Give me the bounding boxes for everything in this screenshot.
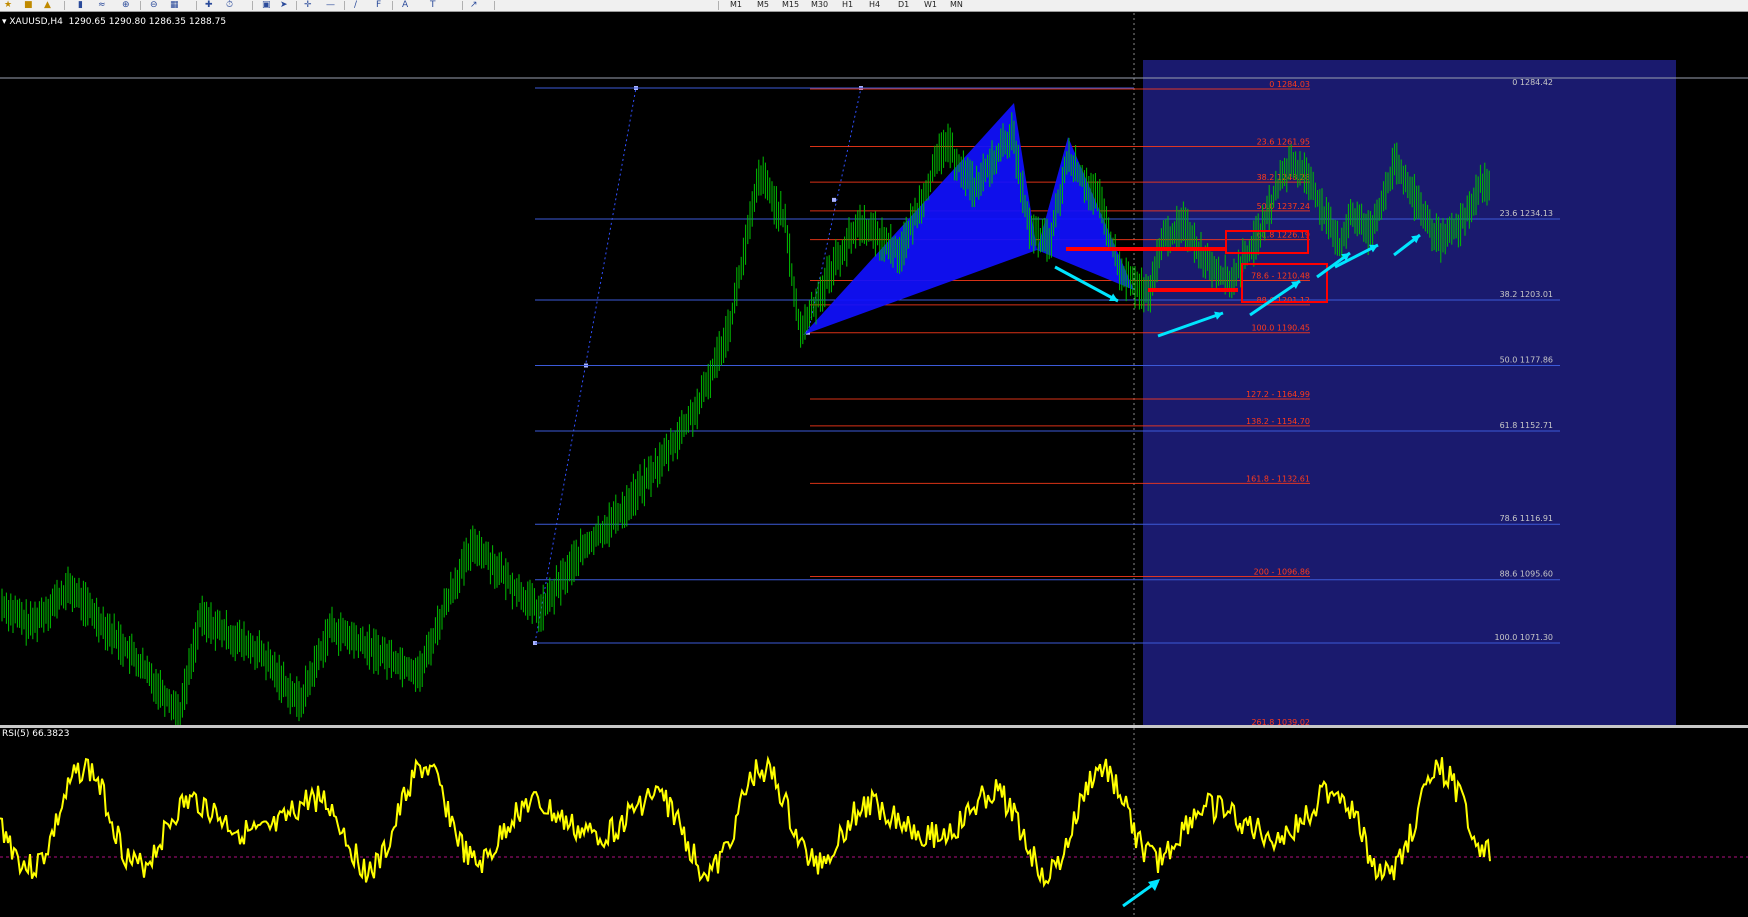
fib-blue-level-label: 100.0 1071.30: [1494, 633, 1553, 642]
rsi-line: [0, 755, 1491, 889]
fib-red-level-label: 138.2 - 1154.70: [1246, 417, 1310, 426]
chart-header: ▾ XAUUSD,H4 1290.65 1290.80 1286.35 1288…: [2, 17, 226, 27]
fib-blue-level-label: 78.6 1116.91: [1500, 514, 1553, 523]
hline-icon[interactable]: —: [326, 0, 337, 10]
fib-blue-level-label: 0 1284.42: [1512, 78, 1553, 87]
cyan-arrow[interactable]: [1122, 879, 1160, 908]
symbol-label: XAUUSD,H4: [9, 17, 63, 27]
cursor-icon[interactable]: ➤: [280, 0, 291, 10]
templates-icon[interactable]: ▣: [262, 0, 273, 10]
timeframe-m5-button[interactable]: M5: [757, 0, 769, 11]
zoom-in-icon[interactable]: ⊕: [122, 0, 133, 10]
timeframe-mn-button[interactable]: MN: [950, 0, 963, 11]
line-chart-icon[interactable]: ≈: [98, 0, 109, 10]
zoom-out-icon[interactable]: ⊖: [150, 0, 161, 10]
fib-blue-level-label: 23.6 1234.13: [1500, 209, 1553, 218]
fib-red-level-label: 23.6 1261.95: [1257, 138, 1310, 147]
fib-anchor-point[interactable]: [832, 197, 836, 202]
fib-blue-level-label: 61.8 1152.71: [1500, 421, 1553, 430]
fib-blue-level-label: 50.0 1177.86: [1500, 356, 1553, 365]
toolbar-separator: [718, 1, 719, 10]
crosshair-icon[interactable]: ✛: [304, 0, 315, 10]
fib-red-level-label: 50.0 1237.24: [1257, 202, 1310, 211]
fib-red-level-label: 78.6 - 1210.48: [1251, 272, 1310, 281]
bar-chart-icon[interactable]: ▲: [44, 0, 55, 10]
toolbar-separator: [196, 1, 197, 10]
toolbar-separator: [64, 1, 65, 10]
candle-chart-icon[interactable]: ▮: [78, 0, 89, 10]
trendline-icon[interactable]: ∕: [354, 0, 365, 10]
rsi-header: RSI(5) 66.3823: [2, 729, 70, 739]
timeframe-m1-button[interactable]: M1: [730, 0, 742, 11]
toolbar: ★ ■ ▲ ▮ ≈ ⊕ ⊖ ▦ ✚ ⏱ ▣ ➤ ✛ — ∕ F A T ↗ M1 M5 M15 M30 H1 H4 D1 W1 MN: [0, 0, 1748, 12]
fib-red-level-label: 261.8 1039.02: [1251, 718, 1310, 725]
indicators-icon[interactable]: ✚: [205, 0, 216, 10]
toolbar-separator: [392, 1, 393, 10]
fib-blue-level-label: 88.6 1095.60: [1500, 570, 1553, 579]
text-icon[interactable]: A: [402, 0, 413, 10]
timeframe-h4-button[interactable]: H4: [869, 0, 880, 11]
rsi-panel[interactable]: [0, 728, 1748, 917]
main-chart[interactable]: 0 1284.42 23.6 1234.13 38.2 1203.01 50.0 11…: [0, 13, 1748, 725]
toolbar-separator: [494, 1, 495, 10]
profiles-icon[interactable]: ■: [24, 0, 35, 10]
tile-icon[interactable]: ▦: [170, 0, 181, 10]
fib-blue-level-label: 38.2 1203.01: [1500, 290, 1553, 299]
timeframe-m30-button[interactable]: M30: [811, 0, 828, 11]
fib-red-level-label: 161.8 - 1132.61: [1246, 474, 1310, 483]
target-zone: [1143, 60, 1676, 725]
timeframe-d1-button[interactable]: D1: [898, 0, 909, 11]
toolbar-separator: [140, 1, 141, 10]
periods-icon[interactable]: ⏱: [226, 0, 237, 10]
fib-red-level-label: 127.2 - 1164.99: [1246, 390, 1310, 399]
timeframe-w1-button[interactable]: W1: [924, 0, 937, 11]
toolbar-separator: [252, 1, 253, 10]
fib-red-level-label: 0 1284.03: [1269, 80, 1310, 89]
fib-red-level-label: 200 - 1096.86: [1254, 567, 1310, 576]
arrow-icon[interactable]: ↗: [470, 0, 481, 10]
ohlc-label: 1290.65 1290.80 1286.35 1288.75: [68, 17, 227, 27]
toolbar-separator: [296, 1, 297, 10]
label-icon[interactable]: T: [430, 0, 441, 10]
toolbar-separator: [344, 1, 345, 10]
timeframe-h1-button[interactable]: H1: [842, 0, 853, 11]
toolbar-separator: [462, 1, 463, 10]
timeframe-m15-button[interactable]: M15: [782, 0, 799, 11]
fibo-icon[interactable]: F: [376, 0, 387, 10]
new-order-icon[interactable]: ★: [4, 0, 15, 10]
cyan-arrow-head: [1148, 879, 1160, 891]
fib-red-level-label: 100.0 1190.45: [1251, 324, 1310, 333]
